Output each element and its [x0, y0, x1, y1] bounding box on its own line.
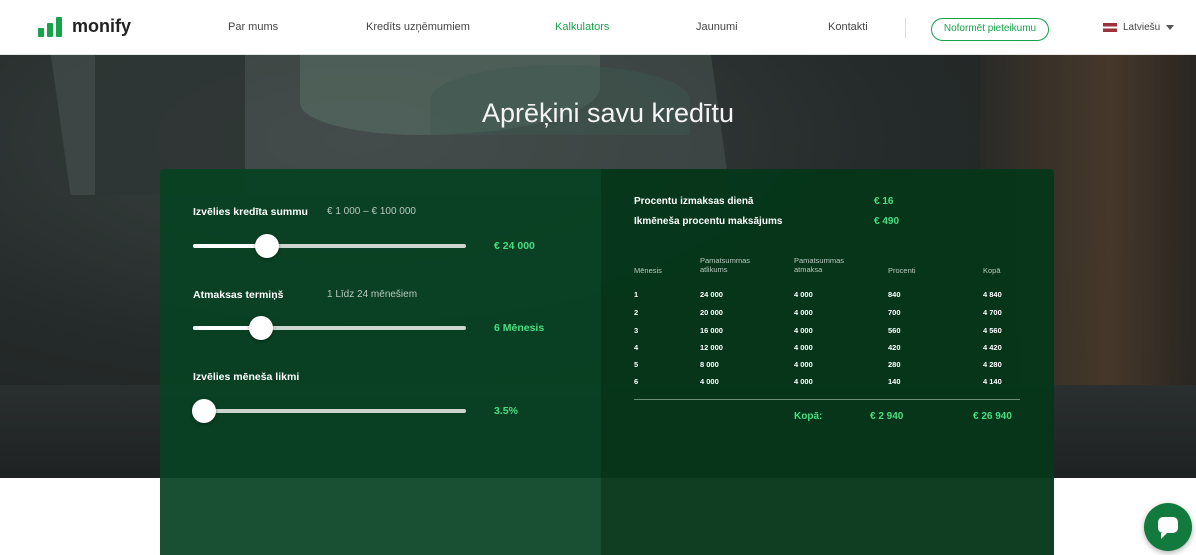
- table-cell: 24 000: [700, 290, 723, 299]
- top-navigation: monify Par mums Kredīts uzņēmumiem Kalku…: [0, 0, 1196, 55]
- term-slider-track[interactable]: [193, 326, 466, 330]
- table-cell: 4 140: [983, 377, 1002, 386]
- table-cell: 420: [888, 343, 901, 352]
- table-cell: 4 840: [983, 290, 1002, 299]
- table-cell: 4 700: [983, 308, 1002, 317]
- total-interest-value: € 2 940: [870, 411, 904, 422]
- total-sum-value: € 26 940: [973, 411, 1012, 422]
- amount-slider-track[interactable]: [193, 244, 466, 248]
- table-cell: 4 000: [794, 343, 813, 352]
- table-header-total: Kopā: [983, 266, 1001, 275]
- apply-button[interactable]: Noformēt pieteikumu: [931, 18, 1049, 41]
- language-label: Latviešu: [1123, 22, 1161, 33]
- nav-link-jaunumi[interactable]: Jaunumi: [696, 21, 738, 33]
- table-header-balance: Pamatsummas atlikums: [700, 256, 751, 274]
- term-value: 6 Mēnesis: [494, 322, 545, 334]
- table-divider: [634, 399, 1020, 400]
- amount-value: € 24 000: [494, 240, 535, 252]
- brand-name: monify: [72, 16, 132, 36]
- chat-bubble-icon: [1158, 517, 1178, 539]
- rate-slider-handle[interactable]: [191, 399, 216, 423]
- table-cell: 2: [634, 308, 639, 317]
- monify-logo-icon: [38, 16, 64, 37]
- total-label: Kopā:: [794, 411, 823, 422]
- daily-interest-value: € 16: [874, 196, 894, 207]
- table-cell: 140: [888, 377, 901, 386]
- table-cell: 16 000: [700, 326, 723, 335]
- table-cell: 4 280: [983, 360, 1002, 369]
- latvia-flag-icon: [1103, 23, 1117, 32]
- monthly-interest-value: € 490: [874, 216, 900, 227]
- daily-interest-label: Procentu izmaksas dienā: [634, 196, 754, 207]
- calculator-inputs-panel: [160, 169, 601, 555]
- table-cell: 700: [888, 308, 901, 317]
- rate-slider-track[interactable]: [193, 409, 466, 413]
- table-cell: 4 420: [983, 343, 1002, 352]
- nav-link-kontakti[interactable]: Kontakti: [828, 21, 868, 33]
- table-cell: 4 000: [794, 360, 813, 369]
- amount-range-hint: € 1 000 – € 100 000: [327, 206, 416, 217]
- table-cell: 1: [634, 290, 639, 299]
- table-header-interest: Procenti: [888, 266, 916, 275]
- table-cell: 8 000: [700, 360, 719, 369]
- table-cell: 840: [888, 290, 901, 299]
- table-cell: 4 560: [983, 326, 1002, 335]
- table-cell: 4 000: [794, 308, 813, 317]
- table-header-month: Mēnesis: [634, 266, 662, 275]
- chat-button[interactable]: [1144, 503, 1192, 551]
- table-cell: 12 000: [700, 343, 723, 352]
- table-cell: 280: [888, 360, 901, 369]
- language-selector[interactable]: Latviešu: [1103, 22, 1175, 33]
- table-header-principal: Pamatsummas atmaksa: [794, 256, 845, 274]
- table-cell: 4 000: [794, 326, 813, 335]
- term-label: Atmaksas termiņš: [193, 289, 284, 301]
- nav-divider: [905, 18, 906, 38]
- table-cell: 4 000: [700, 377, 719, 386]
- nav-link-kalkulators[interactable]: Kalkulators: [555, 21, 609, 33]
- nav-link-par-mums[interactable]: Par mums: [228, 21, 278, 33]
- chevron-down-icon: [1166, 25, 1175, 30]
- table-cell: 4: [634, 343, 639, 352]
- rate-label: Izvēlies mēneša likmi: [193, 371, 300, 383]
- monthly-interest-label: Ikmēneša procentu maksājums: [634, 216, 783, 227]
- table-cell: 20 000: [700, 308, 723, 317]
- table-cell: 3: [634, 326, 639, 335]
- rate-value: 3.5%: [494, 405, 518, 417]
- amount-label: Izvēlies kredīta summu: [193, 206, 308, 218]
- page-title: Aprēķini savu kredītu: [481, 98, 735, 128]
- brand-logo[interactable]: monify: [38, 16, 131, 37]
- nav-link-kredits-uznemumiem[interactable]: Kredīts uzņēmumiem: [366, 21, 470, 33]
- table-cell: 4 000: [794, 290, 813, 299]
- amount-slider-handle[interactable]: [254, 234, 279, 258]
- table-cell: 560: [888, 326, 901, 335]
- table-cell: 5: [634, 360, 639, 369]
- term-range-hint: 1 Līdz 24 mēnešiem: [327, 289, 418, 300]
- table-cell: 6: [634, 377, 639, 386]
- table-cell: 4 000: [794, 377, 813, 386]
